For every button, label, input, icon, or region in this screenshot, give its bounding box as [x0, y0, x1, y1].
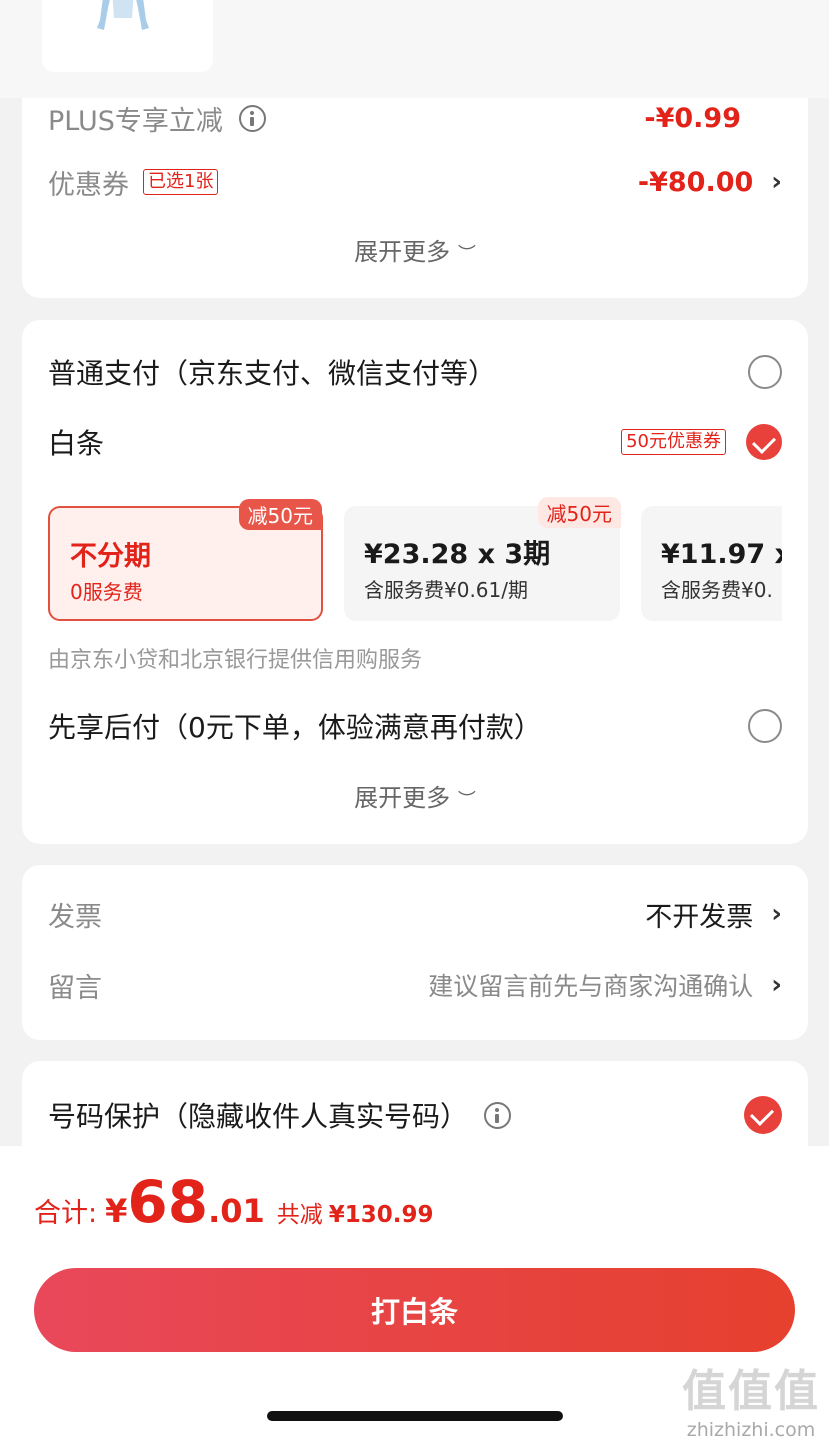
plan-subtitle: 含服务费¥0.: [661, 578, 773, 602]
expand-more-discounts[interactable]: 展开更多 ︶: [22, 232, 808, 267]
expand-label: 展开更多: [354, 238, 451, 266]
plus-discount-row: PLUS专享立减 -¥0.99: [48, 100, 782, 137]
payment-card: 普通支付（京东支付、微信支付等） 白条 50元优惠券 减50元 不分期 0服务费…: [22, 320, 808, 844]
message-label: 留言: [48, 972, 102, 1004]
invoice-label: 发票: [48, 901, 102, 933]
expand-label: 展开更多: [354, 784, 451, 812]
total-currency: ¥: [105, 1192, 128, 1230]
chevron-right-icon: ›: [771, 167, 782, 197]
chevron-down-icon: ︶: [457, 790, 476, 811]
baitiao-check-icon[interactable]: [746, 424, 782, 460]
total-integer: 68: [127, 1168, 209, 1236]
invoice-value: 不开发票: [645, 901, 754, 933]
plan-subtitle: 0服务费: [70, 580, 143, 604]
pay-later-radio[interactable]: [748, 709, 782, 743]
baitiao-label: 白条: [48, 427, 105, 460]
coupon-label: 优惠券: [48, 169, 129, 201]
total-summary: 合计: ¥ 68 .01 共减 ¥130.99: [34, 1168, 434, 1236]
chevron-right-icon: ›: [771, 899, 782, 929]
message-row[interactable]: 留言 建议留言前先与商家沟通确认 ›: [48, 966, 782, 1004]
chevron-right-icon: ›: [771, 970, 782, 1000]
watermark-site: zhizhizhi.com: [686, 1419, 816, 1439]
plan-discount-badge: 减50元: [537, 497, 621, 528]
saved-label: 共减: [276, 1202, 323, 1228]
submit-baitiao-button[interactable]: 打白条: [34, 1268, 795, 1352]
saved-amount: ¥130.99: [328, 1202, 434, 1228]
info-icon[interactable]: [238, 104, 266, 132]
plan-option-3-installments[interactable]: 减50元 ¥23.28 x 3期 含服务费¥0.61/期: [344, 497, 621, 621]
coupon-row[interactable]: 优惠券 已选1张 -¥80.00 ›: [48, 164, 782, 201]
pay-later-row[interactable]: 先享后付（0元下单，体验满意再付款）: [48, 706, 782, 746]
watermark-logo: 值值值: [682, 1366, 820, 1417]
plan-option-6-installments[interactable]: ¥11.97 x 6期 含服务费¥0.: [641, 506, 782, 621]
privacy-row[interactable]: 号码保护（隐藏收件人真实号码）: [48, 1095, 782, 1135]
watermark: 值值值 zhizhizhi.com: [681, 1355, 821, 1439]
home-indicator[interactable]: [267, 1411, 563, 1421]
plus-discount-amount: -¥0.99: [644, 102, 741, 134]
privacy-label: 号码保护（隐藏收件人真实号码）: [48, 1100, 469, 1133]
product-thumbnail[interactable]: [42, 0, 213, 72]
message-placeholder: 建议留言前先与商家沟通确认: [428, 972, 754, 1001]
total-label: 合计:: [34, 1198, 98, 1229]
plan-clip: ¥11.97 x 6期 含服务费¥0.: [641, 506, 782, 621]
privacy-check-icon[interactable]: [744, 1096, 782, 1134]
baitiao-coupon-tag: 50元优惠券: [621, 429, 726, 455]
coupon-amount: -¥80.00: [637, 166, 754, 198]
product-strip: [0, 0, 829, 98]
plan-title: ¥11.97 x 6期: [661, 539, 782, 570]
info-icon[interactable]: [484, 1101, 512, 1129]
chevron-down-icon: ︶: [457, 244, 476, 265]
plan-title: ¥23.28 x 3期: [364, 539, 551, 570]
plan-option-no-installment[interactable]: 减50元 不分期 0服务费: [48, 499, 323, 621]
plan-discount-badge: 减50元: [238, 499, 322, 530]
total-decimal: .01: [208, 1192, 265, 1230]
normal-pay-row[interactable]: 普通支付（京东支付、微信支付等）: [48, 352, 782, 392]
plan-subtitle: 含服务费¥0.61/期: [364, 578, 528, 602]
discount-card: PLUS专享立减 -¥0.99 优惠券 已选1张 -¥80.00 › 展开更多 …: [22, 98, 808, 298]
baitiao-row[interactable]: 白条 50元优惠券: [48, 422, 782, 462]
normal-pay-radio[interactable]: [748, 355, 782, 389]
coupon-selected-tag: 已选1张: [143, 169, 219, 195]
jacket-thumbnail-icon: [97, 0, 149, 30]
normal-pay-label: 普通支付（京东支付、微信支付等）: [48, 357, 497, 390]
plus-discount-label: PLUS专享立减: [48, 105, 223, 137]
plan-title: 不分期: [70, 541, 151, 572]
invoice-card: 发票 不开发票 › 留言 建议留言前先与商家沟通确认 ›: [22, 865, 808, 1040]
pay-later-label: 先享后付（0元下单，体验满意再付款）: [48, 711, 542, 744]
provider-note: 由京东小贷和北京银行提供信用购服务: [48, 642, 782, 674]
expand-more-payment[interactable]: 展开更多 ︶: [22, 778, 808, 813]
provider-note-text: 由京东小贷和北京银行提供信用购服务: [48, 648, 423, 673]
invoice-row[interactable]: 发票 不开发票 ›: [48, 895, 782, 933]
